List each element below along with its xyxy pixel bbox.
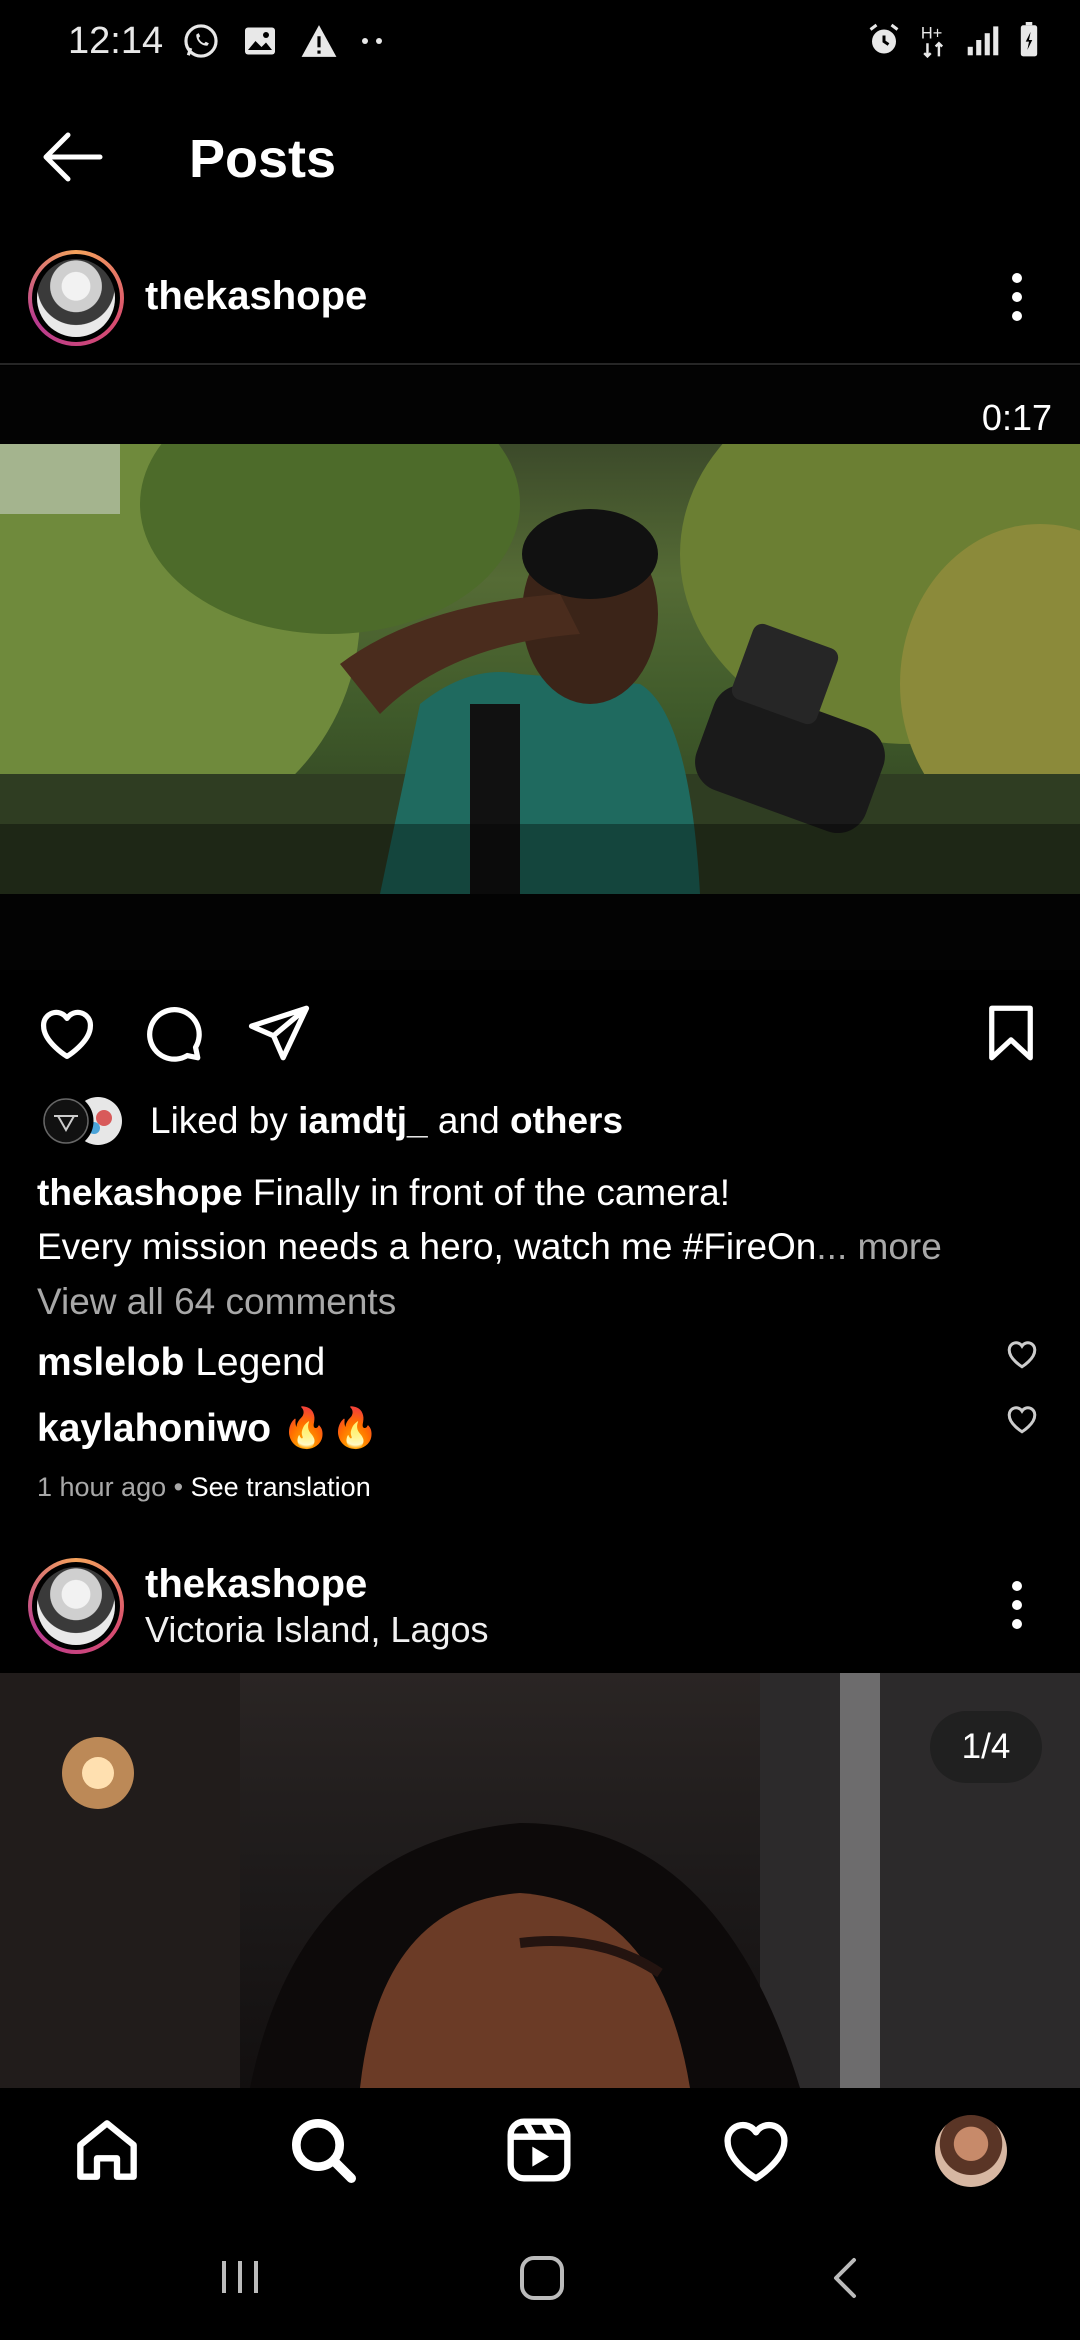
comment-button[interactable] <box>140 1000 206 1066</box>
nav-search-button[interactable] <box>283 2110 363 2190</box>
reels-icon <box>507 2118 571 2182</box>
caption-line2: Every mission needs a hero, watch me #Fi… <box>37 1226 817 1267</box>
caption-username[interactable]: thekashope <box>37 1172 243 1213</box>
heart-icon <box>41 1009 93 1059</box>
post2-more-options-button[interactable] <box>997 1565 1037 1645</box>
caption-ellipsis: ... <box>816 1226 848 1267</box>
warning-icon <box>300 23 338 59</box>
like-button[interactable] <box>34 1000 100 1066</box>
liker-avatars <box>36 1094 132 1148</box>
post1-actions-bar <box>0 1000 1080 1070</box>
comment-text: Legend <box>195 1341 326 1384</box>
comment-username[interactable]: mslelob <box>37 1341 184 1384</box>
view-all-comments-link[interactable]: View all 64 comments <box>37 1281 396 1323</box>
post2-username[interactable]: thekashope <box>145 1562 367 1607</box>
share-button[interactable] <box>246 1000 312 1066</box>
signal-icon <box>966 23 1000 57</box>
status-time: 12:14 <box>68 20 164 62</box>
search-icon <box>292 2119 357 2183</box>
home-system-button[interactable] <box>518 2254 566 2302</box>
back-button[interactable] <box>36 120 110 194</box>
bottom-navigation <box>0 2088 1080 2214</box>
caption-more-link[interactable]: more <box>858 1226 942 1267</box>
likes-text: Liked by iamdtj_ and others <box>150 1100 624 1141</box>
page-title: Posts <box>189 129 337 189</box>
whatsapp-icon <box>182 22 220 60</box>
alarm-icon <box>866 22 902 58</box>
svg-text:H+: H+ <box>921 24 942 42</box>
comment-item: mslelob Legend <box>37 1341 325 1385</box>
post1-video-frame[interactable] <box>0 444 1080 894</box>
heart-icon <box>1007 1406 1037 1434</box>
nav-profile-avatar[interactable] <box>935 2115 1007 2187</box>
paper-plane-icon <box>248 1005 310 1061</box>
caption-line1: Finally in front of the camera! <box>252 1172 731 1213</box>
chevron-left-icon <box>834 2258 856 2298</box>
post-divider <box>0 363 1080 365</box>
nav-activity-button[interactable] <box>716 2110 796 2190</box>
comment-like-button[interactable] <box>1004 1401 1040 1437</box>
image-counter-badge: 1/4 <box>930 1711 1042 1783</box>
hplus-network-icon: H+ <box>920 22 948 58</box>
battery-icon <box>1018 22 1040 58</box>
activity-heart-icon <box>724 2121 788 2182</box>
post2-photo[interactable] <box>0 1673 1080 2088</box>
post1-author-avatar[interactable] <box>28 250 124 346</box>
home-square-icon <box>520 2256 564 2300</box>
system-navigation-bar <box>0 2214 1080 2340</box>
comment-item: kaylahoniwo 🔥🔥 <box>37 1405 379 1451</box>
vertical-dots-icon <box>1012 273 1022 321</box>
arrow-left-icon <box>43 132 103 182</box>
likers-others[interactable]: others <box>510 1100 623 1141</box>
meta-separator: • <box>173 1472 184 1502</box>
status-right-icons: H+ <box>866 22 1040 58</box>
likes-row[interactable]: Liked by iamdtj_ and others <box>36 1094 623 1148</box>
post-time-ago: 1 hour ago <box>37 1472 167 1502</box>
post1-meta: 1 hour ago • See translation <box>37 1472 371 1503</box>
liker-username[interactable]: iamdtj_ <box>298 1100 428 1141</box>
post1-more-options-button[interactable] <box>997 257 1037 337</box>
vertical-dots-icon <box>1012 1581 1022 1629</box>
post2-location[interactable]: Victoria Island, Lagos <box>145 1609 489 1651</box>
comment-like-button[interactable] <box>1004 1336 1040 1372</box>
system-back-button[interactable] <box>826 2254 866 2302</box>
comment-text: 🔥🔥 <box>281 1407 380 1450</box>
comment-bubble-icon <box>147 1007 202 1062</box>
nav-home-button[interactable] <box>67 2110 147 2190</box>
heart-icon <box>1007 1341 1037 1369</box>
post2-author-avatar[interactable] <box>28 1558 124 1654</box>
home-icon <box>77 2120 137 2180</box>
status-left-icons <box>182 22 386 60</box>
comment-username[interactable]: kaylahoniwo <box>37 1407 271 1450</box>
see-translation-link[interactable]: See translation <box>191 1472 371 1502</box>
bookmark-icon <box>989 1005 1033 1061</box>
save-button[interactable] <box>978 1000 1044 1066</box>
post1-username[interactable]: thekashope <box>145 274 367 319</box>
gallery-icon <box>242 23 278 59</box>
recent-apps-icon <box>222 2261 258 2293</box>
more-dots-icon <box>360 36 386 46</box>
nav-reels-button[interactable] <box>499 2110 579 2190</box>
post1-caption: thekashope Finally in front of the camer… <box>37 1166 1057 1274</box>
recent-apps-button[interactable] <box>212 2257 268 2297</box>
video-duration: 0:17 <box>981 397 1052 438</box>
